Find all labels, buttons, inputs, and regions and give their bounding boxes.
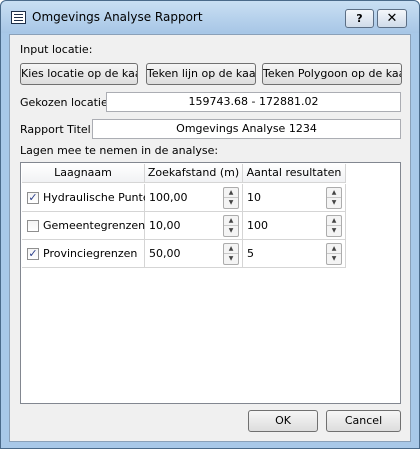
spin-up-icon[interactable]: ▲ (327, 244, 341, 254)
spin-down-icon[interactable]: ▼ (224, 226, 238, 236)
spin-down-icon[interactable]: ▼ (224, 198, 238, 208)
report-icon (11, 11, 26, 24)
result-count-stepper[interactable]: 100 ▲ ▼ (243, 212, 346, 240)
spin-buttons[interactable]: ▲ ▼ (326, 215, 342, 237)
spin-down-icon[interactable]: ▼ (327, 198, 341, 208)
result-count-value[interactable]: 10 (247, 191, 261, 204)
dialog-window: Omgevings Analyse Rapport ? ✕ Input loca… (0, 0, 420, 449)
spin-buttons[interactable]: ▲ ▼ (223, 243, 239, 265)
result-count-stepper[interactable]: 10 ▲ ▼ (243, 184, 346, 212)
draw-line-button[interactable]: Teken lijn op de kaart (146, 63, 256, 85)
result-count-value[interactable]: 5 (247, 247, 254, 260)
spin-up-icon[interactable]: ▲ (327, 188, 341, 198)
help-button[interactable]: ? (345, 9, 374, 28)
result-count-stepper[interactable]: 5 ▲ ▼ (243, 240, 346, 268)
layer-checkbox[interactable]: ✓ (27, 192, 39, 204)
table-row: Gemeentegrenzen (22, 212, 145, 240)
window-title: Omgevings Analyse Rapport (32, 10, 203, 24)
spin-down-icon[interactable]: ▼ (327, 226, 341, 236)
spin-up-icon[interactable]: ▲ (224, 244, 238, 254)
spin-up-icon[interactable]: ▲ (224, 188, 238, 198)
spin-up-icon[interactable]: ▲ (224, 216, 238, 226)
chosen-location-field[interactable]: 159743.68 - 172881.02 (106, 92, 401, 112)
input-location-label: Input locatie: (20, 43, 93, 56)
column-header-result-count[interactable]: Aantal resultaten (243, 164, 346, 183)
table-row: ✓ Provinciegrenzen (22, 240, 145, 268)
spin-down-icon[interactable]: ▼ (224, 254, 238, 264)
spin-buttons[interactable]: ▲ ▼ (223, 187, 239, 209)
spin-down-icon[interactable]: ▼ (327, 254, 341, 264)
search-distance-stepper[interactable]: 50,00 ▲ ▼ (145, 240, 243, 268)
layers-table: Laagnaam Zoekafstand (m) Aantal resultat… (20, 162, 401, 404)
draw-polygon-button[interactable]: Teken Polygoon op de kaart (262, 63, 402, 85)
report-title-field[interactable]: Omgevings Analyse 1234 (92, 119, 401, 139)
chosen-location-label: Gekozen locatie: (20, 96, 112, 109)
spin-up-icon[interactable]: ▲ (327, 216, 341, 226)
ok-button[interactable]: OK (248, 410, 318, 432)
layer-name: Gemeentegrenzen (43, 219, 146, 232)
result-count-value[interactable]: 100 (247, 219, 268, 232)
search-distance-stepper[interactable]: 10,00 ▲ ▼ (145, 212, 243, 240)
layers-label: Lagen mee te nemen in de analyse: (20, 144, 219, 157)
report-title-label: Rapport Titel: (20, 123, 95, 136)
title-bar[interactable]: Omgevings Analyse Rapport ? ✕ (1, 1, 419, 33)
spin-buttons[interactable]: ▲ ▼ (326, 243, 342, 265)
dialog-body: Input locatie: Kies locatie op de kaart … (9, 34, 411, 442)
layer-checkbox[interactable]: ✓ (27, 248, 39, 260)
pick-location-button[interactable]: Kies locatie op de kaart (20, 63, 138, 85)
search-distance-value[interactable]: 100,00 (149, 191, 188, 204)
column-header-layer-name[interactable]: Laagnaam (22, 164, 145, 183)
layer-name: Provinciegrenzen (43, 247, 138, 260)
close-button[interactable]: ✕ (377, 9, 407, 28)
spin-buttons[interactable]: ▲ ▼ (223, 215, 239, 237)
table-row: ✓ Hydraulische Punten (22, 184, 157, 212)
column-header-search-distance[interactable]: Zoekafstand (m) (145, 164, 243, 183)
layer-name: Hydraulische Punten (43, 191, 157, 204)
search-distance-stepper[interactable]: 100,00 ▲ ▼ (145, 184, 243, 212)
search-distance-value[interactable]: 10,00 (149, 219, 181, 232)
search-distance-value[interactable]: 50,00 (149, 247, 181, 260)
layer-checkbox[interactable] (27, 220, 39, 232)
cancel-button[interactable]: Cancel (326, 410, 401, 432)
spin-buttons[interactable]: ▲ ▼ (326, 187, 342, 209)
